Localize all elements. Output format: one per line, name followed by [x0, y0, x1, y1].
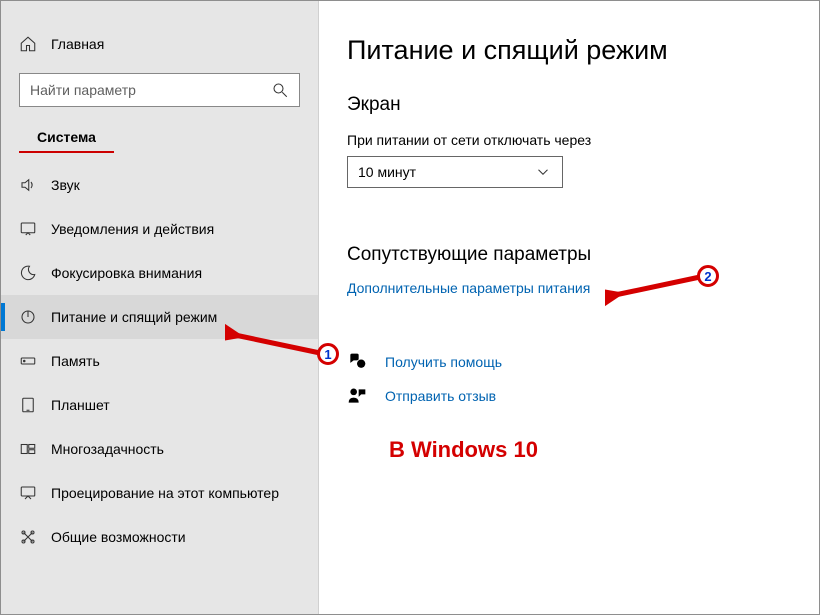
search-input[interactable]: [30, 82, 271, 98]
sidebar-item-label: Звук: [51, 177, 80, 193]
sidebar-item-sound[interactable]: Звук: [1, 163, 318, 207]
sidebar-item-label: Фокусировка внимания: [51, 265, 202, 281]
sidebar-nav: Звук Уведомления и действия Фокусировка …: [1, 163, 318, 559]
notifications-icon: [19, 220, 37, 238]
additional-power-settings-link[interactable]: Дополнительные параметры питания: [347, 280, 590, 296]
main-content: Питание и спящий режим Экран При питании…: [319, 1, 819, 614]
send-feedback-link[interactable]: Отправить отзыв: [385, 388, 496, 404]
screen-section-title: Экран: [347, 94, 791, 116]
sidebar-item-label: Уведомления и действия: [51, 221, 214, 237]
feedback-icon: [347, 386, 367, 406]
sidebar-item-multitasking[interactable]: Многозадачность: [1, 427, 318, 471]
sidebar-item-label: Питание и спящий режим: [51, 309, 217, 325]
search-input-container[interactable]: [19, 73, 300, 107]
sidebar-item-projecting[interactable]: Проецирование на этот компьютер: [1, 471, 318, 515]
power-icon: [19, 308, 37, 326]
related-params-title: Сопутствующие параметры: [347, 244, 791, 266]
sidebar-item-label: Многозадачность: [51, 441, 164, 457]
screen-timeout-label: При питании от сети отключать через: [347, 132, 791, 148]
multitasking-icon: [19, 440, 37, 458]
shared-icon: [19, 528, 37, 546]
settings-sidebar: Главная Система Звук Уведо: [1, 1, 319, 614]
tablet-icon: [19, 396, 37, 414]
screen-timeout-select[interactable]: 10 минут: [347, 156, 563, 188]
page-title: Питание и спящий режим: [347, 35, 791, 66]
home-label: Главная: [51, 36, 104, 52]
get-help-link[interactable]: Получить помощь: [385, 354, 502, 370]
storage-icon: [19, 352, 37, 370]
search-icon: [271, 81, 289, 99]
sidebar-item-shared[interactable]: Общие возможности: [1, 515, 318, 559]
moon-icon: [19, 264, 37, 282]
select-value: 10 минут: [358, 164, 416, 180]
sidebar-section-label: Система: [19, 129, 114, 153]
home-icon: [19, 35, 37, 53]
sidebar-item-notifications[interactable]: Уведомления и действия: [1, 207, 318, 251]
annotation-caption: В Windows 10: [389, 437, 538, 463]
get-help-icon: [347, 352, 367, 372]
sidebar-home[interactable]: Главная: [1, 35, 318, 73]
sidebar-item-label: Общие возможности: [51, 529, 186, 545]
sidebar-item-label: Проецирование на этот компьютер: [51, 485, 279, 501]
sidebar-item-label: Планшет: [51, 397, 110, 413]
sidebar-item-label: Память: [51, 353, 100, 369]
projecting-icon: [19, 484, 37, 502]
sidebar-item-power[interactable]: Питание и спящий режим: [1, 295, 318, 339]
sidebar-item-storage[interactable]: Память: [1, 339, 318, 383]
speaker-icon: [19, 176, 37, 194]
sidebar-item-focus[interactable]: Фокусировка внимания: [1, 251, 318, 295]
chevron-down-icon: [534, 163, 552, 181]
sidebar-item-tablet[interactable]: Планшет: [1, 383, 318, 427]
